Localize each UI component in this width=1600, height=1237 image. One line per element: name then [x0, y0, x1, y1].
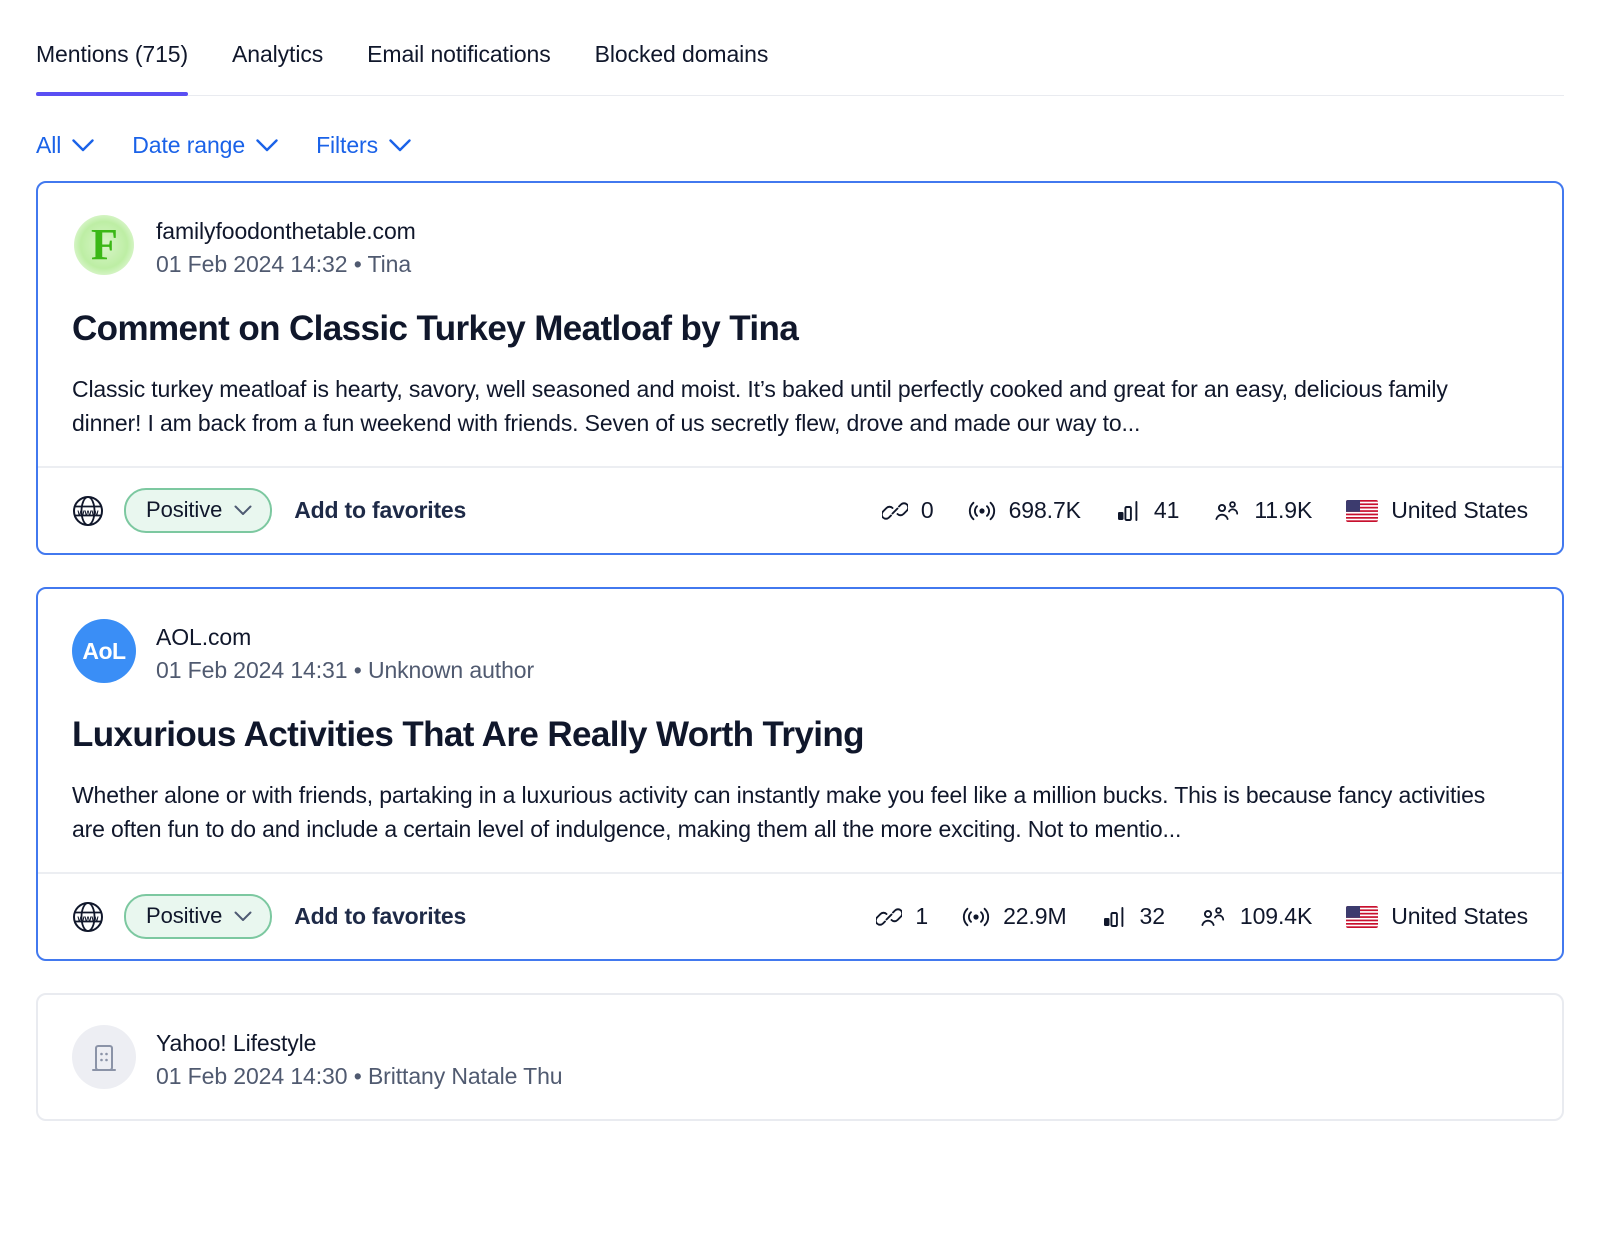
- metric-backlinks: 1: [876, 903, 928, 930]
- sentiment-badge[interactable]: Positive: [124, 894, 272, 939]
- tab-analytics[interactable]: Analytics: [232, 41, 323, 96]
- www-globe-icon: www: [72, 901, 104, 933]
- metric-reach-value: 698.7K: [1009, 497, 1081, 524]
- bar-chart-icon: [1115, 498, 1141, 524]
- favicon-letter: AoL: [82, 638, 125, 665]
- mention-source-name[interactable]: familyfoodonthetable.com: [156, 215, 416, 248]
- metric-reach: 698.7K: [968, 497, 1081, 524]
- generic-site-icon: [72, 1025, 136, 1089]
- filter-date-range-label: Date range: [132, 132, 245, 159]
- tab-blocked-domains[interactable]: Blocked domains: [595, 41, 769, 96]
- metric-backlinks-value: 0: [921, 497, 934, 524]
- mention-source-row: AoL AOL.com 01 Feb 2024 14:31 • Unknown …: [72, 619, 1528, 686]
- mention-source-name[interactable]: Yahoo! Lifestyle: [156, 1027, 563, 1060]
- tab-email-notifications[interactable]: Email notifications: [367, 41, 550, 96]
- metric-domain-score-value: 41: [1154, 497, 1179, 524]
- metric-domain-score: 32: [1101, 903, 1165, 930]
- metric-backlinks-value: 1: [915, 903, 928, 930]
- mention-source-row: F familyfoodonthetable.com 01 Feb 2024 1…: [72, 213, 1528, 280]
- mention-source-name[interactable]: AOL.com: [156, 621, 534, 654]
- broadcast-icon: [968, 498, 996, 524]
- metric-reach: 22.9M: [962, 903, 1066, 930]
- mention-footer-left: www Positive Add to favorites: [72, 894, 466, 939]
- metric-country-value: United States: [1391, 497, 1528, 524]
- mention-snippet: Classic turkey meatloaf is hearty, savor…: [72, 373, 1502, 440]
- mentions-list: F familyfoodonthetable.com 01 Feb 2024 1…: [0, 181, 1600, 1121]
- familyfoodonthetable-favicon: F: [72, 213, 136, 277]
- favicon-letter: F: [91, 223, 117, 267]
- mention-metrics: 1 22.9M 32: [876, 903, 1528, 930]
- add-to-favorites-button[interactable]: Add to favorites: [294, 497, 466, 524]
- audience-icon: [1213, 498, 1241, 524]
- www-globe-icon: www: [72, 495, 104, 527]
- sentiment-label: Positive: [146, 903, 222, 929]
- metric-traffic-value: 109.4K: [1240, 903, 1312, 930]
- tab-mentions[interactable]: Mentions (715): [36, 41, 188, 96]
- bar-chart-icon: [1101, 904, 1127, 930]
- mention-card-body: Yahoo! Lifestyle 01 Feb 2024 14:30 • Bri…: [38, 995, 1562, 1118]
- chevron-down-icon: [256, 139, 278, 152]
- mention-source-meta: AOL.com 01 Feb 2024 14:31 • Unknown auth…: [156, 619, 534, 686]
- audience-icon: [1199, 904, 1227, 930]
- filter-date-range[interactable]: Date range: [132, 132, 278, 159]
- sentiment-badge[interactable]: Positive: [124, 488, 272, 533]
- add-to-favorites-button[interactable]: Add to favorites: [294, 903, 466, 930]
- mention-source-row: Yahoo! Lifestyle 01 Feb 2024 14:30 • Bri…: [72, 1025, 1528, 1092]
- metric-reach-value: 22.9M: [1003, 903, 1066, 930]
- filter-all[interactable]: All: [36, 132, 94, 159]
- mention-date-author: 01 Feb 2024 14:30 • Brittany Natale Thu: [156, 1060, 563, 1093]
- filter-filters[interactable]: Filters: [316, 132, 411, 159]
- mention-card-body: AoL AOL.com 01 Feb 2024 14:31 • Unknown …: [38, 589, 1562, 872]
- link-icon: [882, 498, 908, 524]
- mention-card[interactable]: Yahoo! Lifestyle 01 Feb 2024 14:30 • Bri…: [36, 993, 1564, 1120]
- aol-favicon: AoL: [72, 619, 136, 683]
- mention-footer-left: www Positive Add to favorites: [72, 488, 466, 533]
- us-flag-icon: [1346, 500, 1378, 522]
- chevron-down-icon: [389, 139, 411, 152]
- sentiment-label: Positive: [146, 497, 222, 523]
- filter-bar: All Date range Filters: [0, 96, 1600, 181]
- us-flag-icon: [1346, 906, 1378, 928]
- chevron-down-icon: [234, 911, 252, 922]
- mention-card-footer: www Positive Add to favorites 0: [38, 466, 1562, 553]
- filter-filters-label: Filters: [316, 132, 378, 159]
- chevron-down-icon: [72, 139, 94, 152]
- metric-traffic-value: 11.9K: [1254, 497, 1312, 524]
- mention-date-author: 01 Feb 2024 14:32 • Tina: [156, 248, 416, 281]
- mention-headline[interactable]: Luxurious Activities That Are Really Wor…: [72, 714, 1528, 757]
- mention-card-footer: www Positive Add to favorites 1: [38, 872, 1562, 959]
- svg-text:www: www: [76, 507, 99, 517]
- mention-card[interactable]: F familyfoodonthetable.com 01 Feb 2024 1…: [36, 181, 1564, 555]
- metric-traffic: 11.9K: [1213, 497, 1312, 524]
- tab-bar: Mentions (715) Analytics Email notificat…: [0, 0, 1600, 96]
- metric-domain-score: 41: [1115, 497, 1179, 524]
- metric-country-value: United States: [1391, 903, 1528, 930]
- chevron-down-icon: [234, 505, 252, 516]
- metric-traffic: 109.4K: [1199, 903, 1312, 930]
- metric-country: United States: [1346, 497, 1528, 524]
- mention-card[interactable]: AoL AOL.com 01 Feb 2024 14:31 • Unknown …: [36, 587, 1564, 961]
- broadcast-icon: [962, 904, 990, 930]
- filter-all-label: All: [36, 132, 61, 159]
- mention-headline[interactable]: Comment on Classic Turkey Meatloaf by Ti…: [72, 308, 1528, 351]
- mention-date-author: 01 Feb 2024 14:31 • Unknown author: [156, 654, 534, 687]
- mention-source-meta: Yahoo! Lifestyle 01 Feb 2024 14:30 • Bri…: [156, 1025, 563, 1092]
- mention-snippet: Whether alone or with friends, partaking…: [72, 779, 1502, 846]
- mention-card-body: F familyfoodonthetable.com 01 Feb 2024 1…: [38, 183, 1562, 466]
- mention-source-meta: familyfoodonthetable.com 01 Feb 2024 14:…: [156, 213, 416, 280]
- mention-metrics: 0 698.7K 41: [882, 497, 1528, 524]
- link-icon: [876, 904, 902, 930]
- svg-text:www: www: [76, 913, 99, 923]
- metric-backlinks: 0: [882, 497, 934, 524]
- metric-domain-score-value: 32: [1140, 903, 1165, 930]
- metric-country: United States: [1346, 903, 1528, 930]
